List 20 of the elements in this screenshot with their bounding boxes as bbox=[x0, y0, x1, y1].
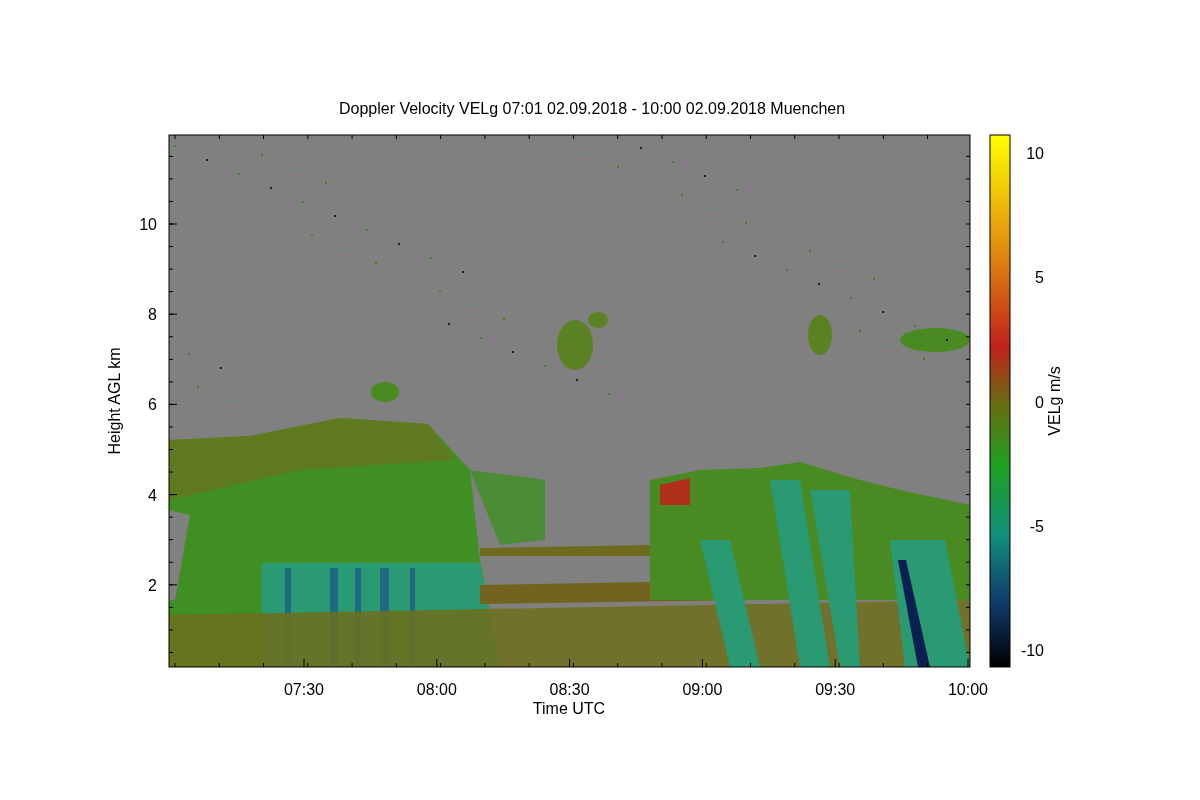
colorbar-tick-label: 5 bbox=[1035, 269, 1044, 287]
x-tick-label: 08:00 bbox=[416, 681, 457, 698]
x-tick-label: 07:30 bbox=[284, 681, 324, 698]
colorbar-tick-label: 10 bbox=[1026, 145, 1044, 162]
y-tick-label: 4 bbox=[148, 486, 157, 504]
x-tick-label: 10:00 bbox=[948, 681, 988, 698]
y-tick-label: 8 bbox=[148, 306, 157, 324]
x-tick-label: 08:30 bbox=[549, 681, 590, 698]
x-tick-label: 09:30 bbox=[815, 681, 856, 698]
x-tick-label: 09:00 bbox=[682, 681, 723, 698]
colorbar-tick-label: -5 bbox=[1029, 517, 1044, 535]
y-tick-label: 10 bbox=[139, 216, 157, 233]
x-axis-label: Time UTC bbox=[532, 700, 606, 717]
colorbar-tick-label: 0 bbox=[1035, 393, 1044, 411]
plot-title: Doppler Velocity VELg 07:01 02.09.2018 - 10:00 02.09.2018 Muenchen bbox=[338, 100, 846, 117]
y-tick-label: 6 bbox=[148, 396, 157, 414]
y-tick-label: 2 bbox=[148, 576, 157, 594]
y-axis-label: Height AGL km bbox=[106, 347, 123, 455]
colorbar-label: VELg m/s bbox=[1046, 366, 1063, 436]
colorbar-tick-label: -10 bbox=[1020, 642, 1044, 660]
